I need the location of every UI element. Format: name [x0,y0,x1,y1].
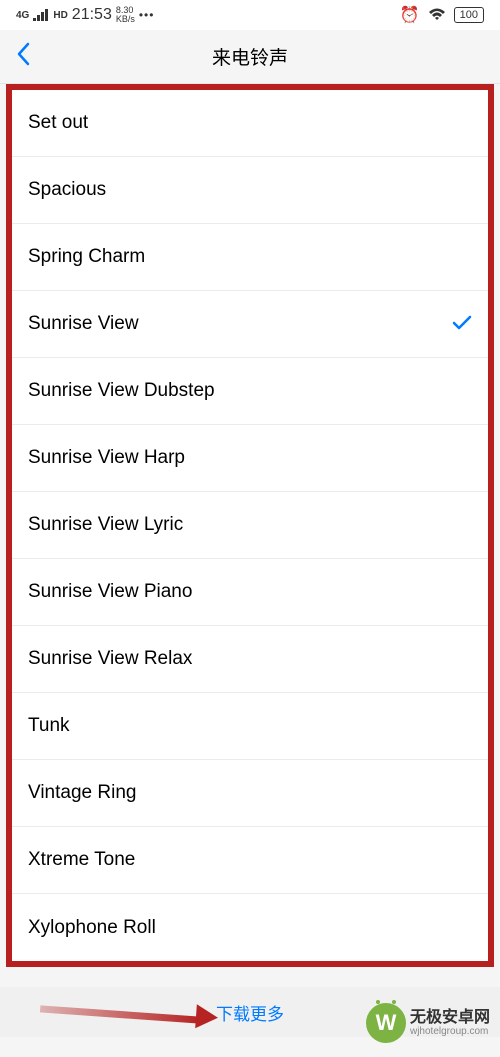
ringtone-list: Set out Spacious Spring Charm Sunrise View S… [6,84,494,967]
watermark-subtitle: wjhotelgroup.com [410,1026,490,1037]
check-icon [452,311,472,337]
ringtone-label: Tunk [28,715,70,737]
hd-label: HD [53,10,67,21]
status-bar: 4G HD 21:53 8.30 KB/s ••• ⏰ 100 [0,0,500,30]
signal-icon [33,9,49,21]
chevron-left-icon [16,42,30,66]
status-left: 4G HD 21:53 8.30 KB/s ••• [16,6,154,24]
ringtone-label: Sunrise View Relax [28,648,192,670]
time-label: 21:53 [72,6,112,24]
ringtone-label: Xtreme Tone [28,849,135,871]
ringtone-item[interactable]: Sunrise View Relax [12,626,488,693]
ringtone-item[interactable]: Sunrise View [12,291,488,358]
ringtone-label: Spring Charm [28,246,145,268]
page-title: 来电铃声 [0,43,500,70]
ringtone-item[interactable]: Xylophone Roll [12,894,488,961]
status-right: ⏰ 100 [400,5,484,25]
arrow-annotation [40,995,210,1025]
ringtone-item[interactable]: Sunrise View Harp [12,425,488,492]
ringtone-label: Vintage Ring [28,782,136,804]
ringtone-label: Spacious [28,179,106,201]
ringtone-item[interactable]: Sunrise View Dubstep [12,358,488,425]
ringtone-item[interactable]: Tunk [12,693,488,760]
wifi-icon [428,8,446,22]
alarm-icon: ⏰ [400,5,420,25]
network-label: 4G [16,10,29,21]
speed-label: 8.30 KB/s [116,6,135,24]
ringtone-label: Sunrise View Harp [28,447,185,469]
ringtone-item[interactable]: Spacious [12,157,488,224]
more-icon: ••• [139,8,155,22]
ringtone-label: Sunrise View Dubstep [28,380,215,402]
ringtone-item[interactable]: Set out [12,90,488,157]
nav-bar: 来电铃声 [0,30,500,84]
back-button[interactable] [16,41,30,73]
watermark-logo: W [366,1003,406,1043]
download-more-link[interactable]: 下载更多 [216,1000,284,1025]
ringtone-label: Sunrise View Lyric [28,514,183,536]
ringtone-label: Xylophone Roll [28,917,156,939]
ringtone-label: Sunrise View [28,313,139,335]
ringtone-item[interactable]: Vintage Ring [12,760,488,827]
ringtone-item[interactable]: Xtreme Tone [12,827,488,894]
watermark: W 无极安卓网 wjhotelgroup.com [366,1003,490,1043]
ringtone-item[interactable]: Sunrise View Piano [12,559,488,626]
ringtone-label: Sunrise View Piano [28,581,192,603]
watermark-title: 无极安卓网 [410,1009,490,1027]
battery-indicator: 100 [454,7,484,23]
ringtone-label: Set out [28,112,88,134]
ringtone-item[interactable]: Spring Charm [12,224,488,291]
ringtone-item[interactable]: Sunrise View Lyric [12,492,488,559]
